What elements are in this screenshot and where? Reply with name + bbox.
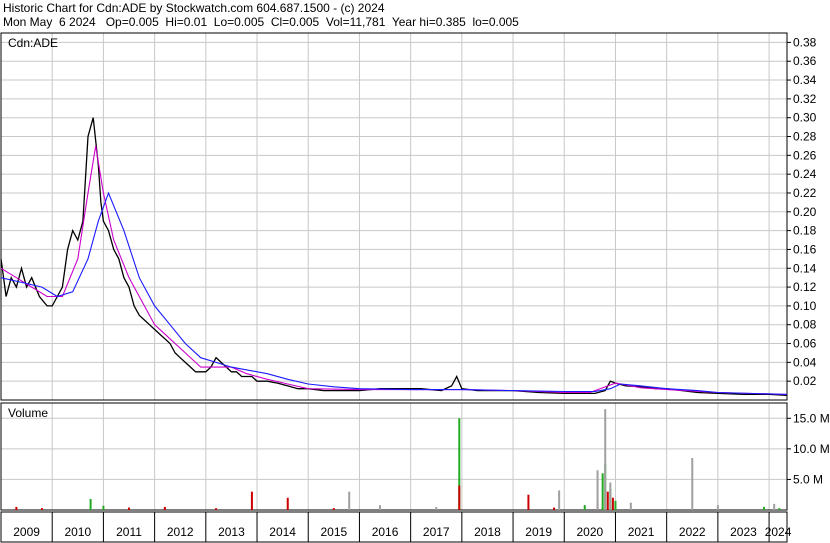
- price-close-line: [0, 117, 788, 396]
- price-tick-label: 0.34: [793, 73, 817, 87]
- year-label: 2021: [628, 525, 655, 539]
- volume-bar: [435, 506, 438, 510]
- volume-bar: [102, 505, 105, 510]
- volume-bar: [15, 506, 18, 510]
- volume-tick-label: 5.0 M: [793, 472, 823, 486]
- volume-bar: [614, 500, 617, 510]
- price-tick-label: 0.04: [793, 355, 817, 369]
- volume-bar: [762, 506, 765, 510]
- price-tick-label: 0.30: [793, 111, 817, 125]
- volume-bar: [527, 494, 530, 510]
- price-tick-label: 0.38: [793, 35, 817, 49]
- price-tick-label: 0.22: [793, 186, 817, 200]
- year-label: 2010: [64, 525, 91, 539]
- volume-bar: [558, 490, 561, 510]
- volume-axis: 5.0 M 10.0 M 15.0 M: [787, 411, 830, 486]
- volume-tick-label: 10.0 M: [793, 442, 830, 456]
- volume-panel: [0, 402, 788, 511]
- volume-bar: [778, 508, 781, 510]
- price-tick-label: 0.26: [793, 148, 817, 162]
- price-panel: [0, 32, 788, 401]
- stock-chart: 0.02 0.04 0.06 0.08 0.10 0.12 0.14 0.16 0.18 0.20…: [0, 32, 830, 543]
- price-tick-label: 0.08: [793, 318, 817, 332]
- price-tick-label: 0.12: [793, 280, 817, 294]
- year-axis: 2009 2010 2011 2012 2013 2014 2015 2016 2017 2018…: [13, 512, 792, 542]
- volume-bar: [89, 498, 92, 510]
- price-tick-label: 0.06: [793, 337, 817, 351]
- price-lines: [0, 117, 788, 396]
- price-tick-label: 0.14: [793, 261, 817, 275]
- grid: [1, 33, 787, 510]
- year-label: 2009: [13, 525, 40, 539]
- volume-bar: [163, 506, 166, 510]
- volume-bar: [40, 508, 43, 510]
- volume-bar: [611, 497, 614, 510]
- volume-tick-label: 15.0 M: [793, 411, 830, 425]
- volume-bar: [629, 502, 632, 510]
- symbol-label: Cdn:ADE: [8, 36, 58, 50]
- year-label: 2020: [577, 525, 604, 539]
- volume-bar: [773, 503, 776, 510]
- volume-bar: [128, 507, 131, 510]
- price-tick-label: 0.16: [793, 242, 817, 256]
- volume-bar: [716, 505, 719, 510]
- price-axis: 0.02 0.04 0.06 0.08 0.10 0.12 0.14 0.16 0.18 0.20…: [787, 35, 817, 388]
- price-tick-label: 0.02: [793, 374, 817, 388]
- year-label: 2019: [525, 525, 552, 539]
- year-label: 2024: [765, 525, 792, 539]
- year-label: 2012: [167, 525, 194, 539]
- price-tick-label: 0.20: [793, 205, 817, 219]
- year-label: 2011: [116, 525, 142, 539]
- volume-bar: [553, 507, 556, 510]
- volume-bar: [215, 508, 218, 510]
- year-label: 2023: [730, 525, 757, 539]
- volume-bar: [609, 482, 612, 510]
- price-tick-label: 0.18: [793, 224, 817, 238]
- volume-bar: [606, 491, 609, 510]
- volume-bar: [583, 505, 586, 510]
- moving-average-long-line: [0, 191, 788, 395]
- volume-bar: [286, 497, 289, 510]
- price-tick-label: 0.10: [793, 299, 817, 313]
- year-label: 2013: [218, 525, 245, 539]
- price-tick-label: 0.24: [793, 167, 817, 181]
- year-label: 2015: [320, 525, 347, 539]
- volume-bar: [378, 505, 381, 510]
- year-label: 2022: [679, 525, 706, 539]
- volume-bar: [604, 409, 607, 510]
- volume-bar: [691, 458, 694, 510]
- volume-bar: [458, 485, 461, 510]
- volume-bar: [332, 508, 335, 510]
- year-label: 2018: [474, 525, 501, 539]
- price-tick-label: 0.36: [793, 54, 817, 68]
- volume-bar: [250, 491, 253, 510]
- year-label: 2017: [423, 525, 450, 539]
- volume-bars: [15, 409, 781, 510]
- volume-bar: [601, 473, 604, 510]
- volume-bar: [348, 491, 351, 510]
- price-tick-label: 0.28: [793, 130, 817, 144]
- volume-label: Volume: [8, 406, 48, 420]
- price-tick-label: 0.32: [793, 92, 817, 106]
- moving-average-short-line: [0, 145, 788, 395]
- year-label: 2016: [372, 525, 399, 539]
- year-label: 2014: [269, 525, 296, 539]
- volume-bar: [596, 470, 599, 510]
